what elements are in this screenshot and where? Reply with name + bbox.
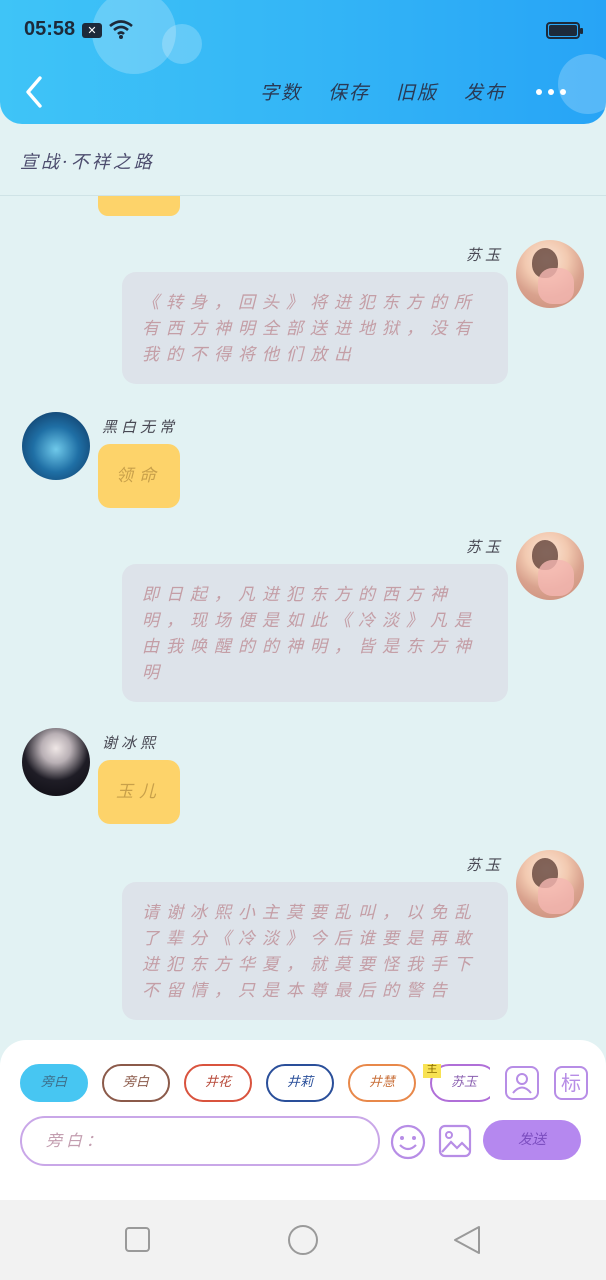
role-chip[interactable]: 旁白 bbox=[20, 1064, 88, 1102]
send-button[interactable]: 发送 bbox=[483, 1120, 581, 1160]
page-title: 宣战·不祥之路 bbox=[20, 152, 155, 173]
decor-bubble bbox=[162, 24, 202, 64]
top-bar: 05:58 ✕ 字数 保存 旧版 发布 bbox=[0, 0, 606, 124]
message-bubble[interactable]: 请谢冰熙小主莫要乱叫，以免乱了辈分《冷淡》今后谁要是再敢进犯东方华夏，就莫要怪我… bbox=[122, 882, 508, 1020]
save-button[interactable]: 保存 bbox=[328, 78, 370, 105]
battery-icon bbox=[546, 22, 583, 39]
message-bubble[interactable]: 玉儿 bbox=[98, 760, 180, 824]
sender-name: 苏玉 bbox=[465, 856, 504, 874]
recent-apps-icon[interactable] bbox=[124, 1226, 152, 1254]
smiley-icon[interactable] bbox=[390, 1124, 426, 1160]
message-bubble[interactable]: 领命 bbox=[98, 444, 180, 508]
publish-button[interactable]: 发布 bbox=[464, 78, 506, 105]
contact-card-icon[interactable] bbox=[505, 1066, 539, 1100]
role-chips: 旁白 旁白 井花 井莉 井慧 苏玉 主 bbox=[20, 1064, 490, 1104]
header-actions: 字数 保存 旧版 发布 bbox=[260, 78, 506, 105]
composer-panel: 旁白 旁白 井花 井莉 井慧 苏玉 主 标 旁白： 发送 bbox=[0, 1040, 606, 1200]
role-chip[interactable]: 井慧 bbox=[348, 1064, 416, 1102]
avatar[interactable] bbox=[516, 240, 584, 308]
system-nav-bar bbox=[0, 1200, 606, 1280]
message-input[interactable]: 旁白： bbox=[20, 1116, 380, 1166]
back-triangle-icon[interactable] bbox=[452, 1224, 482, 1256]
more-dots-icon[interactable] bbox=[536, 89, 566, 95]
sender-name: 谢冰熙 bbox=[102, 734, 160, 752]
avatar[interactable] bbox=[22, 412, 90, 480]
tag-button[interactable]: 标 bbox=[554, 1066, 588, 1100]
sender-name: 苏玉 bbox=[465, 246, 504, 264]
word-count-button[interactable]: 字数 bbox=[260, 78, 302, 105]
role-chip[interactable]: 井花 bbox=[184, 1064, 252, 1102]
chevron-left-icon[interactable] bbox=[20, 74, 48, 110]
message-bubble[interactable]: 《转身，回头》将进犯东方的所有西方神明全部送进地狱，没有我的不得将他们放出 bbox=[122, 272, 508, 384]
old-version-button[interactable]: 旧版 bbox=[396, 78, 438, 105]
message-bubble[interactable]: 即日起，凡进犯东方的西方神明，现场便是如此《冷淡》凡是由我唤醒的的神明，皆是东方… bbox=[122, 564, 508, 702]
home-icon[interactable] bbox=[287, 1224, 319, 1256]
main-role-badge: 主 bbox=[423, 1064, 441, 1078]
role-chip[interactable]: 井莉 bbox=[266, 1064, 334, 1102]
avatar[interactable] bbox=[22, 728, 90, 796]
image-icon[interactable] bbox=[438, 1124, 472, 1158]
close-box-icon: ✕ bbox=[82, 23, 102, 38]
chat-list[interactable]: 苏玉 《转身，回头》将进犯东方的所有西方神明全部送进地狱，没有我的不得将他们放出… bbox=[0, 196, 606, 1046]
decor-bubble bbox=[558, 54, 606, 114]
sender-name: 苏玉 bbox=[465, 538, 504, 556]
role-chip[interactable]: 旁白 bbox=[102, 1064, 170, 1102]
status-time: 05:58 bbox=[24, 18, 76, 40]
wifi-icon bbox=[109, 20, 133, 39]
avatar[interactable] bbox=[516, 532, 584, 600]
avatar[interactable] bbox=[516, 850, 584, 918]
message-bubble-partial bbox=[98, 196, 180, 216]
sender-name: 黑白无常 bbox=[102, 418, 179, 436]
